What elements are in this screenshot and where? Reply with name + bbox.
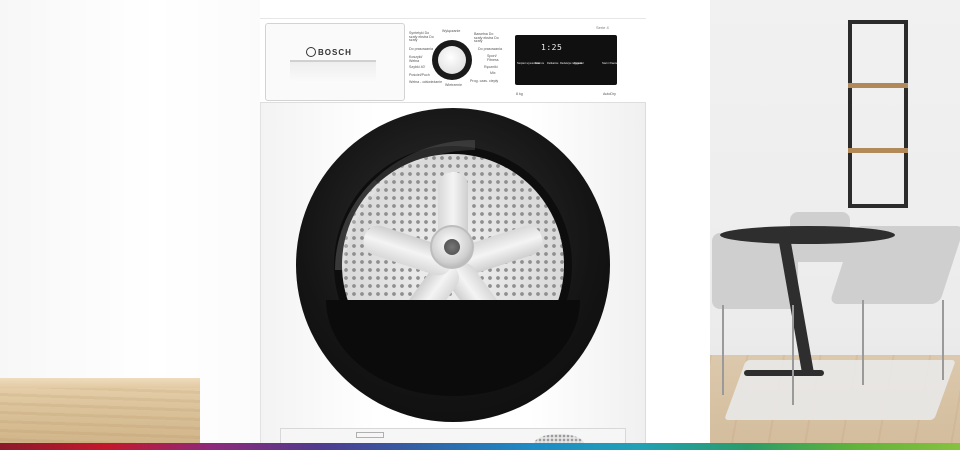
chair-leg	[722, 305, 724, 395]
series-label: Serie 4	[596, 25, 609, 30]
brand-color-bar	[0, 443, 960, 450]
delay-start-button[interactable]: Start za	[535, 62, 544, 66]
program-label: Do prasowania	[478, 47, 502, 51]
shelf-board	[848, 148, 908, 153]
service-flap-handle[interactable]	[356, 432, 384, 438]
start-pause-button[interactable]: Start / Pauza	[602, 62, 617, 66]
table-base	[744, 370, 824, 376]
chair-leg	[942, 300, 944, 380]
chair-leg	[862, 300, 864, 385]
program-label: Wietrzenie	[445, 83, 462, 87]
program-label: Syntetyki Do szafy ekstra Do szafy	[409, 31, 434, 43]
program-label: Koszyki/ Wełna	[409, 55, 423, 63]
program-label: Pościel/Puch	[409, 73, 430, 77]
program-label: Ręczniki	[484, 65, 498, 69]
shelf-board	[848, 83, 908, 88]
remaining-time: 1:25	[541, 43, 563, 52]
lcd-display	[515, 35, 617, 85]
rug	[724, 360, 956, 420]
product-hero-image: BOSCH Syntetyki Do szafy ekstra Do szafy…	[0, 0, 960, 450]
brand-logo: BOSCH	[318, 48, 352, 57]
gentle-button[interactable]: Delikatnie	[547, 62, 558, 66]
signal-button[interactable]: Sygnał	[574, 62, 582, 66]
bosch-logo-icon	[306, 47, 316, 57]
program-label: Wełna - odświeżanie	[409, 80, 443, 84]
program-label: Do prasowania	[409, 47, 433, 51]
wall-shelf	[848, 20, 908, 208]
autodry-label: AutoDry	[603, 92, 616, 96]
program-label: Prog. czas. ciepły	[470, 79, 499, 83]
program-label: Wyłączanie	[442, 29, 461, 33]
program-label: Mix	[490, 71, 496, 75]
program-label: Szybki 40'	[409, 65, 426, 69]
wooden-table-top	[0, 378, 200, 388]
drawer-handle[interactable]	[290, 60, 376, 82]
program-label: Bawełna Do szafy ekstra Do szafy	[474, 32, 499, 44]
program-selector-knob[interactable]	[438, 46, 466, 74]
chair-leg	[792, 305, 794, 405]
wooden-table-corner	[0, 378, 200, 450]
program-label: Sport/ Fitness	[487, 54, 499, 62]
capacity-label: 8 kg	[516, 92, 523, 96]
dining-table	[720, 226, 895, 244]
